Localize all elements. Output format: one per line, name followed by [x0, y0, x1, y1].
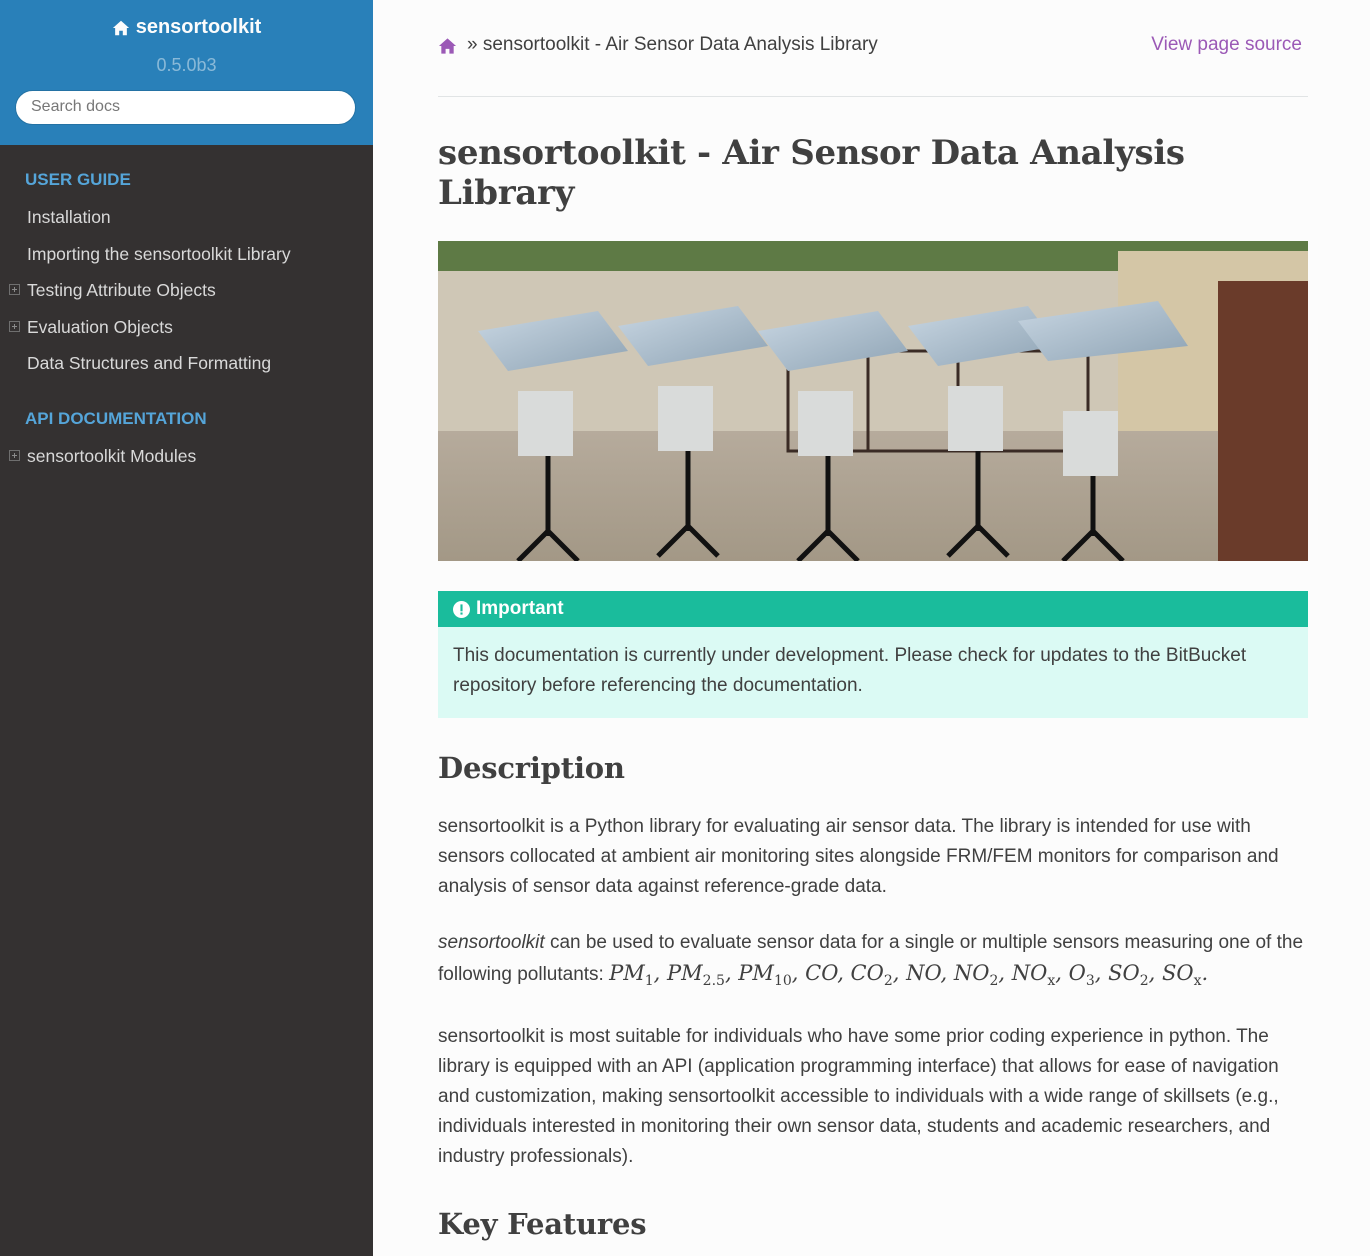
pollutant-list: PM1, PM2.5, PM10, CO, CO2, NO, NO2, NOx,… — [609, 961, 1209, 990]
description-paragraph-2: sensortoolkit can be used to evaluate se… — [438, 928, 1308, 996]
home-icon[interactable] — [438, 37, 457, 55]
pollutant-base: O — [1068, 961, 1086, 985]
home-icon — [112, 20, 129, 35]
pollutant: PM1 — [609, 961, 654, 989]
pollutant: SO2 — [1108, 961, 1149, 989]
pollutant-base: NO — [1011, 961, 1048, 985]
pollutant-base: PM — [609, 961, 645, 985]
pollutant-subscript: 2 — [883, 973, 893, 990]
exclamation-circle-icon — [453, 600, 470, 618]
expand-icon[interactable] — [9, 284, 20, 295]
pollutant-subscript: x — [1047, 973, 1056, 990]
admonition-title-text: Important — [476, 598, 564, 619]
sidebar-item-label: Evaluation Objects — [27, 316, 173, 337]
key-features-heading: Key Features — [438, 1207, 647, 1242]
sidebar-header: sensortoolkit 0.5.0b3 — [0, 0, 373, 145]
pollutant-base: PM — [667, 961, 703, 985]
pollutant-base: PM — [738, 961, 774, 985]
pollutant: PM2.5 — [667, 961, 725, 989]
caption-api-documentation: API DOCUMENTATION — [25, 408, 207, 428]
breadcrumb: » sensortoolkit - Air Sensor Data Analys… — [438, 0, 1308, 97]
pollutant: NO2 — [953, 961, 999, 989]
sidebar-item-importing-the-sensortoolkit-library[interactable]: Importing the sensortoolkit Library — [0, 236, 373, 273]
admonition-title: Important — [438, 591, 1308, 627]
sidebar-item-label: Testing Attribute Objects — [27, 280, 216, 300]
sidebar: sensortoolkit 0.5.0b3 USER GUIDE Installa… — [0, 0, 373, 1256]
pollutant: NOx — [1011, 961, 1056, 989]
sidebar-item-installation[interactable]: Installation — [0, 199, 373, 236]
pollutant-base: NO — [953, 961, 990, 985]
pollutant-subscript: 3 — [1085, 973, 1095, 990]
pollutant: SOx — [1161, 961, 1202, 989]
main-content: » sensortoolkit - Air Sensor Data Analys… — [373, 0, 1370, 1256]
sidebar-item-label: Data Structures and Formatting — [27, 353, 272, 373]
pollutant-base: CO — [805, 961, 838, 985]
breadcrumb-current: » sensortoolkit - Air Sensor Data Analys… — [467, 34, 878, 56]
pollutant-subscript: 2 — [989, 973, 999, 990]
search-input[interactable] — [15, 89, 356, 125]
important-admonition: Important This documentation is currentl… — [438, 591, 1308, 718]
expand-icon[interactable] — [9, 320, 20, 332]
pollutant-base: CO — [850, 961, 884, 985]
pollutant: NO — [906, 961, 940, 985]
sidebar-item-testing-attribute-objects[interactable]: Testing Attribute Objects — [0, 272, 373, 309]
version-label: 0.5.0b3 — [156, 54, 217, 75]
pollutant: O3 — [1068, 961, 1095, 989]
pollutant-base: NO — [906, 961, 941, 985]
library-name-emphasis: sensortoolkit — [438, 932, 545, 953]
breadcrumb-page: sensortoolkit - Air Sensor Data Analysis… — [482, 34, 878, 55]
sidebar-item-label: Installation — [27, 207, 111, 227]
sidebar-item-sensortoolkit-modules[interactable]: sensortoolkit Modules — [0, 438, 373, 475]
pollutant-subscript: 2 — [1139, 973, 1149, 990]
expand-icon[interactable] — [9, 449, 20, 461]
document: » sensortoolkit - Air Sensor Data Analys… — [438, 0, 1308, 1256]
pollutant: CO — [805, 961, 837, 985]
pollutant-subscript: 10 — [773, 973, 792, 990]
hero-image — [438, 241, 1308, 561]
brand-name: sensortoolkit — [135, 16, 262, 38]
pollutant-subscript: 2.5 — [702, 973, 725, 990]
caption-user-guide: USER GUIDE — [25, 170, 131, 189]
brand-link[interactable]: sensortoolkit — [112, 16, 262, 39]
description-heading: Description — [438, 751, 625, 785]
admonition-body: This documentation is currently under de… — [453, 645, 1247, 696]
pollutant: CO2 — [850, 961, 893, 989]
sidebar-nav: USER GUIDE Installation Importing the sens… — [0, 145, 373, 474]
sidebar-item-evaluation-objects[interactable]: Evaluation Objects — [0, 309, 373, 346]
view-page-source-link[interactable]: View page source — [1151, 34, 1302, 56]
pollutant-subscript: x — [1193, 973, 1202, 990]
pollutant-base: SO — [1161, 961, 1194, 985]
pollutant-subscript: 1 — [644, 973, 654, 990]
description-paragraph-1: sensortoolkit is a Python library for ev… — [438, 816, 1279, 897]
sidebar-item-label: sensortoolkit Modules — [27, 445, 197, 466]
sidebar-item-label: Importing the sensortoolkit Library — [27, 243, 291, 264]
sidebar-item-data-structures-and-formatting[interactable]: Data Structures and Formatting — [0, 345, 373, 382]
pollutant: PM10 — [738, 961, 791, 989]
page-title: sensortoolkit - Air Sensor Data Analysis… — [438, 133, 1185, 213]
breadcrumb-separator: » — [467, 34, 478, 55]
description-paragraph-3: sensortoolkit is most suitable for indiv… — [438, 1026, 1279, 1168]
pollutant-base: SO — [1108, 961, 1140, 985]
